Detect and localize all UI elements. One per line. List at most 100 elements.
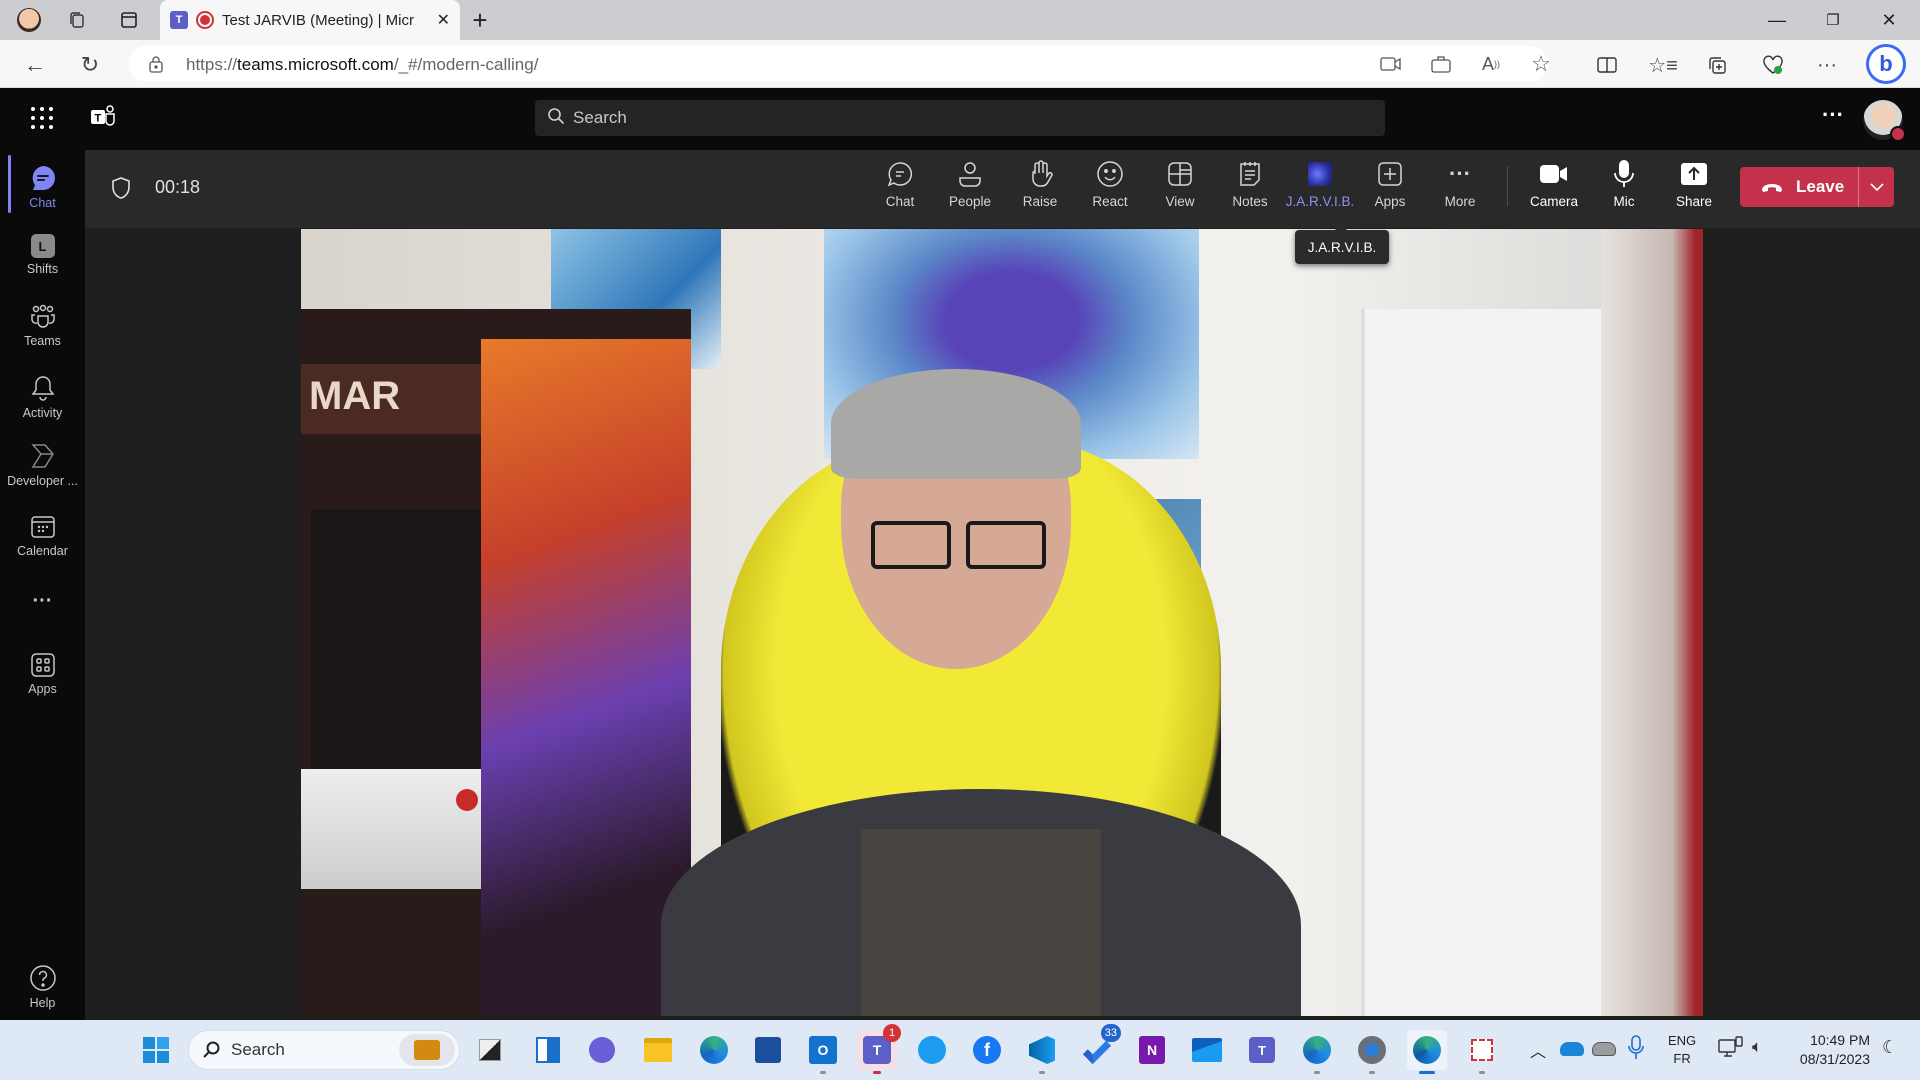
read-aloud-icon[interactable]: A)) (1476, 49, 1506, 79)
url-path: /_#/modern-calling/ (393, 55, 539, 74)
windows-logo-icon (143, 1037, 169, 1063)
react-button[interactable]: React (1077, 160, 1143, 209)
rail-item-more[interactable]: ··· (0, 590, 85, 613)
browser-essentials-icon[interactable] (1758, 50, 1788, 80)
input-language-indicator[interactable]: ENG FR (1668, 1032, 1696, 1068)
bing-copilot-icon[interactable]: b (1866, 44, 1906, 84)
minimize-button[interactable]: — (1750, 0, 1804, 40)
task-view-button[interactable] (470, 1030, 510, 1070)
rail-item-activity[interactable]: Activity (0, 374, 85, 420)
briefcase-icon[interactable] (1426, 49, 1456, 79)
profile-avatar-icon[interactable] (14, 6, 44, 34)
participant-video-feed[interactable]: MAR (301, 229, 1703, 1016)
url-text[interactable]: https://teams.microsoft.com/_#/modern-ca… (186, 55, 538, 75)
file-explorer-button[interactable] (638, 1030, 678, 1070)
meeting-shield-icon[interactable] (110, 176, 132, 205)
help-icon (29, 965, 56, 991)
apps-button[interactable]: Apps (1357, 160, 1423, 209)
vscode-button[interactable] (1022, 1030, 1062, 1074)
people-button[interactable]: People (937, 160, 1003, 209)
button-label: Apps (1374, 194, 1406, 209)
button-label: View (1165, 194, 1195, 209)
clock-date: 08/31/2023 (1799, 1051, 1870, 1067)
rail-label: Chat (29, 196, 56, 210)
onedrive-icon[interactable] (1560, 1042, 1584, 1056)
jarvib-app-button[interactable]: J.A.R.V.I.B. (1286, 160, 1354, 209)
network-icon[interactable] (1718, 1036, 1744, 1065)
lock-icon (148, 55, 164, 78)
mail-button[interactable] (1187, 1030, 1227, 1070)
more-button[interactable]: ··· More (1427, 160, 1493, 209)
chat-button[interactable]: Chat (867, 160, 933, 209)
shifts-icon: L (30, 234, 55, 258)
onedrive-personal-icon[interactable] (1592, 1042, 1616, 1056)
microsoft-store-button[interactable] (748, 1030, 788, 1070)
rail-item-developer[interactable]: Developer ... (0, 442, 85, 488)
start-button[interactable] (136, 1030, 176, 1070)
language-secondary: FR (1673, 1051, 1691, 1066)
todo-button[interactable]: 33 (1077, 1024, 1121, 1070)
workspaces-icon[interactable] (62, 6, 92, 34)
browser-tab-active[interactable]: T Test JARVIB (Meeting) | Micr ✕ (160, 0, 460, 40)
leave-options-chevron-icon[interactable] (1859, 182, 1894, 192)
snipping-tool-button[interactable] (1462, 1030, 1502, 1074)
close-window-button[interactable]: ✕ (1862, 0, 1916, 40)
leave-button[interactable]: Leave (1740, 167, 1858, 207)
split-screen-icon[interactable] (1592, 50, 1622, 80)
close-tab-icon[interactable]: ✕ (437, 10, 450, 30)
twitter-button[interactable] (912, 1030, 952, 1070)
edge-profile-2-button[interactable] (1297, 1030, 1337, 1074)
microphone-in-use-icon[interactable] (1628, 1035, 1644, 1066)
favorite-star-icon[interactable]: ☆ (1526, 49, 1556, 79)
view-button[interactable]: View (1147, 160, 1213, 209)
restore-button[interactable]: ❐ (1806, 0, 1860, 40)
teams-chat-button[interactable] (582, 1030, 622, 1070)
back-icon[interactable]: ← (20, 50, 50, 80)
teams-new-button[interactable]: T (1242, 1030, 1282, 1070)
clock[interactable]: 10:49 PM 08/31/2023 (1790, 1031, 1870, 1069)
rail-item-chat[interactable]: Chat (0, 164, 85, 210)
rail-item-calendar[interactable]: Calendar (0, 514, 85, 558)
clock-time: 10:49 PM (1810, 1032, 1870, 1048)
focus-moon-icon[interactable]: ☾ (1882, 1037, 1898, 1058)
outlook-button[interactable]: O (803, 1030, 843, 1074)
refresh-icon[interactable]: ↻ (75, 50, 105, 80)
rail-item-teams[interactable]: Teams (0, 304, 85, 348)
teams-button[interactable]: T1 (857, 1024, 901, 1074)
camera-button[interactable]: Camera (1521, 160, 1587, 209)
more-icon[interactable]: ··· (1812, 50, 1842, 80)
rail-item-apps[interactable]: Apps (0, 652, 85, 696)
search-icon (547, 107, 565, 130)
notes-button[interactable]: Notes (1217, 160, 1283, 209)
app-launcher-icon[interactable] (30, 106, 54, 135)
raise-hand-button[interactable]: Raise (1007, 160, 1073, 209)
search-placeholder: Search (573, 108, 627, 127)
taskbar-search-input[interactable]: Search (188, 1030, 460, 1070)
facebook-button[interactable]: f (967, 1030, 1007, 1070)
onenote-button[interactable]: N (1132, 1030, 1172, 1070)
teams-search-input[interactable]: Search (535, 100, 1385, 136)
widgets-button[interactable] (528, 1030, 568, 1070)
settings-button[interactable] (1352, 1030, 1392, 1074)
meeting-control-bar: 00:18 Chat People Raise React View Notes… (85, 150, 1920, 228)
show-hidden-icons-chevron-icon[interactable]: ︿ (1530, 1038, 1546, 1062)
notification-badge: 1 (883, 1024, 901, 1042)
camera-in-use-icon[interactable] (1376, 49, 1406, 79)
widgets-icon (536, 1037, 560, 1063)
rail-item-shifts[interactable]: L Shifts (0, 234, 85, 276)
collections-icon[interactable] (1702, 50, 1732, 80)
edge-profile-button[interactable] (694, 1030, 734, 1070)
new-tab-icon[interactable]: + (465, 5, 495, 35)
share-button[interactable]: Share (1661, 160, 1727, 209)
settings-more-icon[interactable]: ··· (1822, 102, 1844, 128)
edge-button[interactable] (1407, 1030, 1447, 1074)
favorites-icon[interactable]: ☆≡ (1648, 50, 1678, 80)
vertical-tabs-icon[interactable] (114, 6, 144, 34)
volume-icon[interactable]: 🔈︎ (1752, 1037, 1762, 1057)
user-avatar[interactable] (1863, 100, 1906, 142)
rail-item-help[interactable]: Help (0, 964, 85, 1010)
vscode-icon (1029, 1036, 1055, 1064)
url-field[interactable]: https://teams.microsoft.com/_#/modern-ca… (128, 46, 1551, 82)
work-briefcase-icon[interactable] (399, 1034, 455, 1066)
mic-button[interactable]: Mic (1591, 160, 1657, 209)
